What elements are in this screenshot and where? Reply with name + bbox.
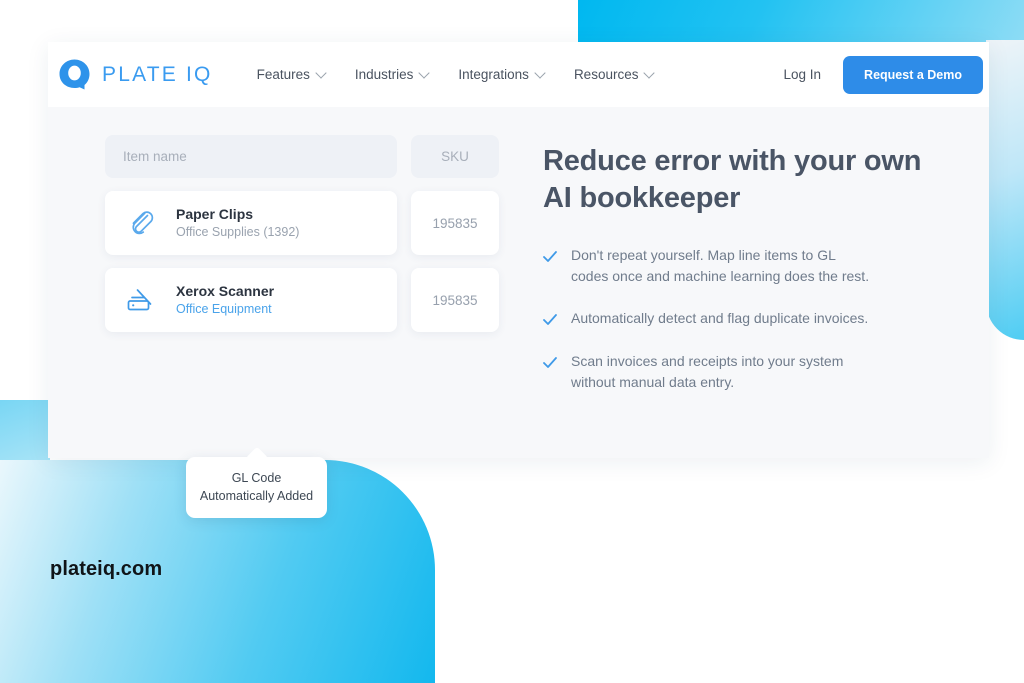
nav-item-label: Features — [256, 67, 310, 82]
item-sku-value: 195835 — [411, 191, 499, 255]
scanner-icon — [122, 281, 160, 319]
column-header-item-name: Item name — [105, 135, 397, 178]
brand-logo-text: PLATE IQ — [102, 62, 213, 86]
page-title: Reduce error with your own AI bookkeeper — [543, 145, 922, 215]
chevron-down-icon — [643, 66, 656, 79]
nav-item-label: Resources — [573, 67, 639, 82]
item-sku-value: 195835 — [411, 268, 499, 332]
item-text-block: Xerox Scanner Office Equipment — [176, 282, 274, 318]
chevron-down-icon — [418, 66, 431, 79]
nav-item-industries[interactable]: Industries — [354, 66, 431, 82]
list-item-text: Automatically detect and flag duplicate … — [571, 309, 869, 326]
table-row[interactable]: Xerox Scanner Office Equipment 195835 — [105, 268, 523, 332]
login-link[interactable]: Log In — [784, 67, 822, 82]
site-navbar: PLATE IQ Features Industries Integration… — [48, 42, 989, 107]
site-url-label: plateiq.com — [50, 558, 163, 580]
hero-section: Item name SKU Paper Clips Office Supplie… — [48, 107, 989, 519]
list-item: Automatically detect and flag duplicate … — [543, 308, 873, 331]
plateiq-q-logo-icon — [58, 58, 91, 91]
nav-actions: Log In Request a Demo — [784, 55, 990, 94]
nav-item-label: Integrations — [458, 67, 529, 82]
item-cell-paper-clips[interactable]: Paper Clips Office Supplies (1392) — [105, 191, 397, 255]
nav-item-resources[interactable]: Resources — [573, 66, 656, 82]
chevron-down-icon — [534, 66, 546, 79]
check-icon — [543, 313, 557, 331]
list-item: Scan invoices and receipts into your sys… — [543, 351, 873, 394]
decorative-shape-top-right — [578, 0, 1024, 43]
check-icon — [543, 250, 557, 288]
item-subtitle: Office Supplies (1392) — [176, 225, 300, 239]
decorative-shape-left-sliver — [0, 400, 50, 462]
item-subtitle-gl-code[interactable]: Office Equipment — [176, 301, 274, 318]
paperclip-icon — [122, 204, 160, 242]
item-table-panel: Item name SKU Paper Clips Office Supplie… — [48, 135, 523, 519]
brand-logo[interactable]: PLATE IQ — [58, 58, 213, 91]
list-item: Don't repeat yourself. Map line items to… — [543, 245, 873, 288]
gl-code-tooltip: GL Code Automatically Added — [186, 457, 327, 519]
feature-list: Don't repeat yourself. Map line items to… — [543, 245, 943, 393]
item-title: Paper Clips — [176, 206, 254, 223]
item-cell-xerox-scanner[interactable]: Xerox Scanner Office Equipment — [105, 268, 397, 332]
primary-nav: Features Industries Integrations Resourc… — [256, 66, 656, 82]
decorative-shape-right-edge — [986, 40, 1024, 340]
check-icon — [543, 356, 557, 394]
nav-item-features[interactable]: Features — [256, 66, 327, 82]
nav-item-label: Industries — [354, 67, 414, 82]
tooltip-line-2: Automatically Added — [199, 489, 314, 504]
chevron-down-icon — [315, 66, 327, 79]
column-header-sku: SKU — [411, 135, 499, 178]
table-row[interactable]: Paper Clips Office Supplies (1392) 19583… — [105, 191, 523, 255]
list-item-text: Don't repeat yourself. Map line items to… — [571, 247, 870, 285]
hero-copy-panel: Reduce error with your own AI bookkeeper… — [523, 135, 943, 413]
item-text-block: Paper Clips Office Supplies (1392) — [176, 205, 299, 241]
table-header-row: Item name SKU — [105, 135, 523, 178]
tooltip-line-1: GL Code — [231, 471, 282, 485]
list-item-text: Scan invoices and receipts into your sys… — [571, 352, 844, 391]
website-screenshot-card: PLATE IQ Features Industries Integration… — [48, 42, 989, 519]
item-title: Xerox Scanner — [176, 283, 275, 300]
request-demo-button[interactable]: Request a Demo — [843, 55, 983, 94]
nav-item-integrations[interactable]: Integrations — [458, 66, 546, 82]
